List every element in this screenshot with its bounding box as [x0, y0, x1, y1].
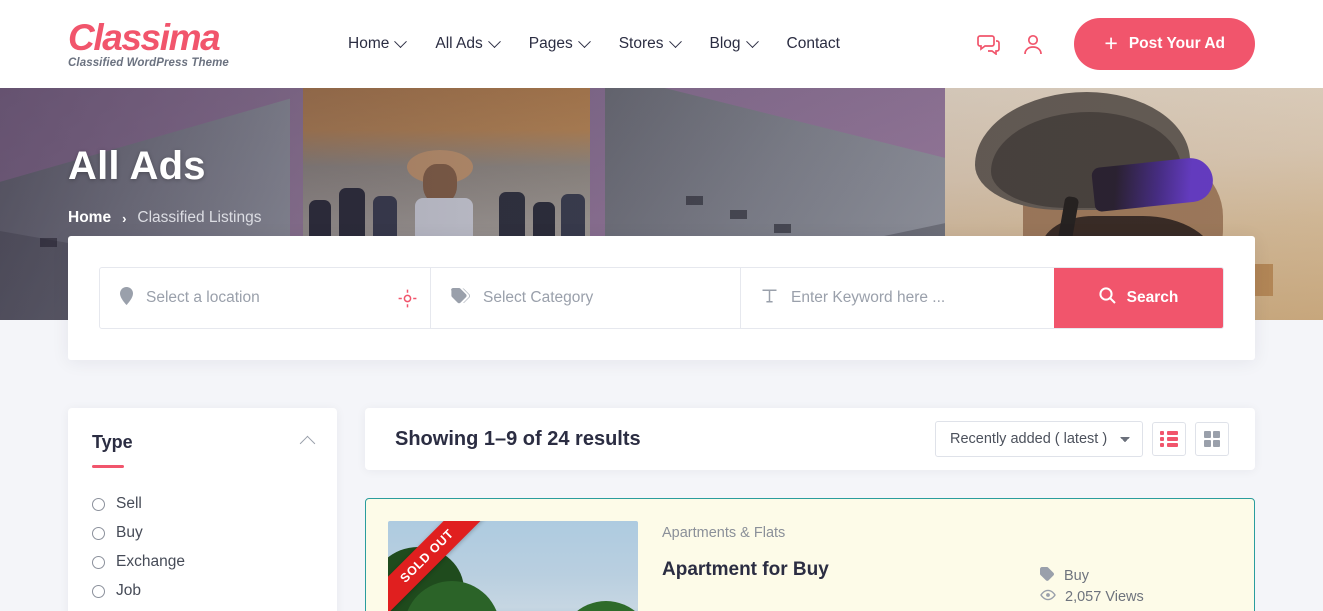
plus-icon: + [1104, 29, 1118, 56]
breadcrumb-home-link[interactable]: Home [68, 209, 111, 227]
keyword-field[interactable] [740, 268, 1054, 328]
location-input[interactable] [146, 289, 410, 307]
nav-label-all-ads: All Ads [435, 35, 483, 52]
nav-label-home: Home [348, 35, 390, 52]
listing-title[interactable]: Apartment for Buy [662, 559, 1016, 581]
filter-option-sell[interactable]: Sell [92, 490, 313, 519]
breadcrumb: Home › Classified Listings [68, 209, 1323, 227]
filter-option-label: Buy [116, 524, 143, 541]
main-navigation: Home All Ads Pages Stores Blog Contact [348, 34, 976, 53]
chat-bubbles-icon[interactable] [976, 31, 1002, 57]
listing-thumbnail[interactable]: SOLD OUT [388, 521, 638, 611]
category-input[interactable] [483, 289, 720, 307]
brand-tagline: Classified WordPress Theme [68, 57, 229, 70]
title-underline [92, 465, 124, 468]
hero-content: All Ads Home › Classified Listings [0, 88, 1323, 227]
page-title: All Ads [68, 144, 206, 188]
chevron-down-icon [745, 34, 759, 48]
filter-option-exchange[interactable]: Exchange [92, 548, 313, 577]
chevron-down-icon [668, 34, 682, 48]
results-count: Showing 1–9 of 24 results [395, 427, 641, 450]
location-field[interactable] [100, 268, 430, 328]
nav-label-stores: Stores [618, 35, 664, 52]
nav-label-pages: Pages [528, 35, 573, 52]
filter-type-options: Sell Buy Exchange Job [92, 490, 313, 606]
search-bar: Search [99, 267, 1224, 329]
text-input-icon [761, 288, 778, 309]
category-field[interactable] [430, 268, 740, 328]
filter-option-label: Job [116, 582, 141, 599]
filter-option-job[interactable]: Job [92, 577, 313, 606]
results-toolbar: Showing 1–9 of 24 results Recently added… [365, 408, 1255, 470]
listing-type-label: Buy [1064, 568, 1089, 584]
map-pin-icon [120, 286, 133, 310]
nav-item-stores[interactable]: Stores [618, 34, 682, 53]
nav-item-blog[interactable]: Blog [709, 34, 759, 53]
content-area: Type Sell Buy Exchange Job Showing 1–9 o… [0, 360, 1323, 611]
chevron-up-icon[interactable] [299, 435, 316, 452]
user-icon[interactable] [1020, 31, 1046, 57]
filter-title: Type [92, 432, 133, 452]
filter-option-label: Sell [116, 495, 142, 512]
radio-icon[interactable] [92, 526, 105, 540]
sort-select[interactable]: Recently added ( latest ) Price ( low to… [935, 421, 1143, 457]
breadcrumb-current: Classified Listings [137, 209, 262, 226]
brand-name: Classima [68, 16, 221, 58]
nav-item-home[interactable]: Home [348, 34, 408, 53]
brand-logo[interactable]: Classima Classified WordPress Theme [68, 16, 308, 70]
site-header: Classima Classified WordPress Theme Home… [0, 0, 1323, 88]
listing-views-label: 2,057 Views [1065, 589, 1144, 605]
chevron-down-icon [394, 34, 408, 48]
nav-item-pages[interactable]: Pages [528, 34, 591, 53]
eye-icon [1040, 589, 1056, 605]
listing-category[interactable]: Apartments & Flats [662, 525, 1016, 541]
nav-label-blog: Blog [709, 35, 741, 52]
post-your-ad-label: Post Your Ad [1128, 35, 1225, 52]
nav-item-all-ads[interactable]: All Ads [435, 34, 501, 53]
filter-option-label: Exchange [116, 553, 185, 570]
results-column: Showing 1–9 of 24 results Recently added… [365, 408, 1255, 611]
radio-icon[interactable] [92, 555, 105, 569]
grid-view-icon[interactable] [1195, 422, 1229, 456]
search-icon [1099, 287, 1116, 309]
chevron-down-icon [577, 34, 591, 48]
radio-icon[interactable] [92, 584, 105, 598]
listing-body: Apartments & Flats Apartment for Buy [662, 521, 1016, 611]
tags-icon [451, 287, 471, 309]
crosshair-icon[interactable] [396, 287, 418, 309]
search-button[interactable]: Search [1054, 268, 1223, 328]
listing-meta: Buy 2,057 Views [1040, 521, 1230, 611]
breadcrumb-separator-icon: › [122, 210, 127, 226]
radio-icon[interactable] [92, 497, 105, 511]
listing-views: 2,057 Views [1040, 587, 1230, 607]
listing-type: Buy [1040, 565, 1230, 587]
header-actions: + Post Your Ad [976, 18, 1255, 70]
filters-sidebar: Type Sell Buy Exchange Job [68, 408, 337, 611]
results-tools: Recently added ( latest ) Price ( low to… [935, 421, 1229, 457]
tag-icon [1040, 567, 1055, 585]
list-view-icon[interactable] [1152, 422, 1186, 456]
listing-card[interactable]: SOLD OUT Apartments & Flats Apartment fo… [365, 498, 1255, 611]
chevron-down-icon [487, 34, 501, 48]
filter-type-header[interactable]: Type [92, 432, 316, 453]
filter-card-type: Type Sell Buy Exchange Job [68, 408, 337, 611]
search-button-label: Search [1126, 289, 1179, 306]
post-your-ad-button[interactable]: + Post Your Ad [1074, 18, 1255, 70]
nav-item-contact[interactable]: Contact [787, 35, 840, 53]
filter-option-buy[interactable]: Buy [92, 519, 313, 548]
nav-label-contact: Contact [786, 35, 840, 52]
keyword-input[interactable] [791, 289, 1034, 307]
search-panel: Search [68, 236, 1255, 360]
